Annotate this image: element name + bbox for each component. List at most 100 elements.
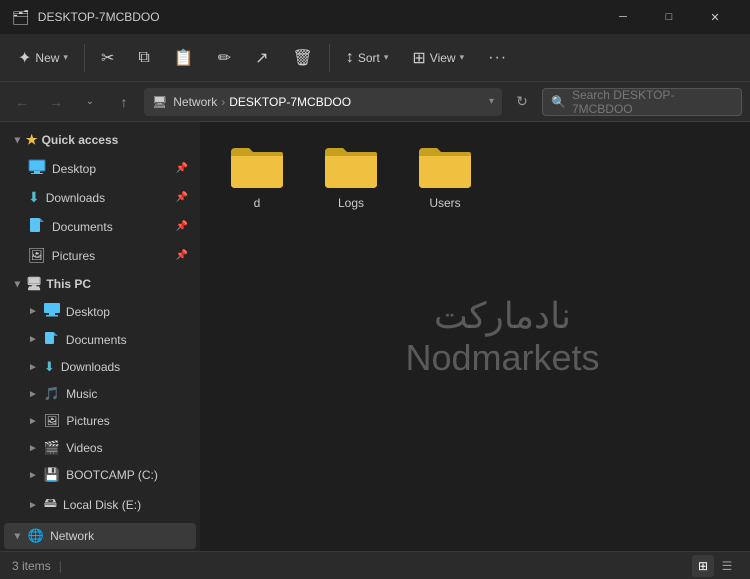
pictures-icon: 🖼 (28, 247, 46, 264)
videos-icon: 🎬 (44, 440, 60, 456)
dl-pc-icon: ⬇ (44, 359, 55, 375)
close-button[interactable]: ✕ (692, 0, 738, 34)
icon-view-button[interactable]: ⊞ (692, 555, 714, 577)
cut-button[interactable]: ✂ (91, 38, 124, 78)
up-button[interactable]: ↑ (110, 88, 138, 116)
quick-access-star-icon: ★ (26, 132, 38, 148)
file-item-d[interactable]: d (212, 134, 302, 539)
search-placeholder: Search DESKTOP-7MCBDOO (572, 88, 733, 116)
sidebar-item-downloads[interactable]: ⬇ Downloads 📌 (4, 184, 196, 211)
file-label-d: d (254, 196, 261, 210)
sidebar: ► ★ Quick access Desktop 📌 ⬇ Downloads 📌 (0, 122, 200, 551)
quick-access-label: Quick access (42, 133, 119, 147)
sidebar-item-music[interactable]: ► 🎵 Music (4, 381, 196, 407)
breadcrumb-dropdown-icon[interactable]: ▾ (489, 96, 494, 107)
title-bar-icon: 🗂 (12, 9, 30, 26)
this-pc-header[interactable]: ► 🖥 This PC (4, 271, 196, 297)
this-pc-label: This PC (46, 277, 91, 291)
refresh-button[interactable]: ↻ (508, 88, 536, 116)
sidebar-item-videos[interactable]: ► 🎬 Videos (4, 435, 196, 461)
file-area: d Logs Use (200, 122, 750, 551)
file-label-logs: Logs (338, 196, 364, 210)
view-button[interactable]: ⊞ View ▾ (402, 38, 474, 78)
dl-pc-chevron: ► (28, 362, 38, 373)
rename-button[interactable]: ✏ (208, 38, 241, 78)
forward-button[interactable]: → (42, 88, 70, 116)
main-content: ► ★ Quick access Desktop 📌 ⬇ Downloads 📌 (0, 122, 750, 551)
file-item-logs[interactable]: Logs (306, 134, 396, 539)
desktop-pc-chevron: ► (28, 306, 38, 317)
this-pc-chevron: ► (11, 279, 22, 289)
desktop-pc-label: Desktop (66, 305, 110, 319)
pics-pc-chevron: ► (28, 416, 38, 427)
breadcrumb-current[interactable]: DESKTOP-7MCBDOO (229, 95, 351, 109)
new-dropdown-icon: ▾ (63, 52, 68, 63)
delete-icon: 🗑 (293, 48, 313, 68)
pin-icon: 📌 (176, 163, 188, 174)
sidebar-item-downloads-pc[interactable]: ► ⬇ Downloads (4, 354, 196, 380)
pin-icon-4: 📌 (176, 250, 188, 261)
back-button[interactable]: ← (8, 88, 36, 116)
sidebar-item-pictures-pc[interactable]: ► 🖼 Pictures (4, 408, 196, 434)
pin-icon-3: 📌 (176, 221, 188, 232)
sidebar-item-desktop-quick[interactable]: Desktop 📌 (4, 154, 196, 183)
paste-icon: 📋 (174, 48, 194, 68)
view-icon: ⊞ (412, 48, 425, 68)
minimize-button[interactable]: ─ (600, 0, 646, 34)
sidebar-item-pictures[interactable]: 🖼 Pictures 📌 (4, 242, 196, 269)
music-icon: 🎵 (44, 386, 60, 402)
sidebar-item-documents[interactable]: Documents 📌 (4, 212, 196, 241)
quick-access-section: ► ★ Quick access Desktop 📌 ⬇ Downloads 📌 (0, 127, 200, 269)
folder-icon-logs (323, 142, 379, 190)
docs-pc-icon (44, 331, 60, 348)
desktop-label: Desktop (52, 162, 96, 176)
network-label: Network (50, 529, 94, 543)
delete-button[interactable]: 🗑 (283, 38, 323, 78)
docs-pc-chevron: ► (28, 334, 38, 345)
paste-button[interactable]: 📋 (164, 38, 204, 78)
sidebar-item-documents-pc[interactable]: ► Documents (4, 326, 196, 353)
disk-chevron: ► (28, 500, 38, 511)
sort-dropdown-icon: ▾ (384, 52, 389, 63)
list-view-button[interactable]: ☰ (716, 555, 738, 577)
search-box[interactable]: 🔍 Search DESKTOP-7MCBDOO (542, 88, 742, 116)
toolbar-separator-1 (84, 44, 85, 72)
folder-icon-users (417, 142, 473, 190)
pictures-label: Pictures (52, 249, 95, 263)
videos-label: Videos (66, 441, 102, 455)
share-button[interactable]: ↗ (245, 38, 278, 78)
expand-button[interactable]: ⌄ (76, 88, 104, 116)
file-item-users[interactable]: Users (400, 134, 490, 539)
maximize-button[interactable]: □ (646, 0, 692, 34)
folder-icon-d (229, 142, 285, 190)
sidebar-item-bootcamp[interactable]: ► 💾 BOOTCAMP (C:) (4, 462, 196, 488)
sidebar-item-network[interactable]: ► 🌐 Network (4, 523, 196, 549)
bootcamp-icon: 💾 (44, 467, 60, 483)
pics-pc-icon: 🖼 (44, 413, 61, 429)
copy-button[interactable]: ⧉ (128, 38, 159, 78)
sidebar-item-desktop-pc[interactable]: ► Desktop (4, 298, 196, 325)
more-button[interactable]: ··· (478, 38, 517, 78)
title-bar: 🗂 DESKTOP-7MCBDOO ─ □ ✕ (0, 0, 750, 34)
status-separator: | (59, 559, 62, 573)
breadcrumb-network[interactable]: Network (173, 95, 217, 109)
share-icon: ↗ (255, 48, 268, 68)
cut-icon: ✂ (101, 48, 114, 68)
this-pc-section: ► 🖥 This PC ► Desktop ► Documents ► (0, 271, 200, 521)
breadcrumb-bar[interactable]: 🖥 Network › DESKTOP-7MCBDOO ▾ (144, 88, 502, 116)
quick-access-chevron: ► (11, 135, 22, 145)
desktop-icon (28, 159, 46, 178)
new-button[interactable]: ✦ New ▾ (8, 38, 78, 78)
music-chevron: ► (28, 389, 38, 400)
toolbar-separator-2 (329, 44, 330, 72)
new-icon: ✦ (18, 48, 31, 68)
view-toggle: ⊞ ☰ (692, 555, 738, 577)
sort-button[interactable]: ↕ Sort ▾ (336, 38, 399, 78)
quick-access-header[interactable]: ► ★ Quick access (4, 127, 196, 153)
disk-label: Local Disk (E:) (63, 498, 141, 512)
window-controls: ─ □ ✕ (600, 0, 738, 34)
status-bar: 3 items | ⊞ ☰ (0, 551, 750, 579)
breadcrumb-icon: 🖥 (152, 95, 167, 109)
sidebar-item-local-disk[interactable]: ► 🖴 Local Disk (E:) (4, 489, 196, 521)
toolbar: ✦ New ▾ ✂ ⧉ 📋 ✏ ↗ 🗑 ↕ Sort ▾ ⊞ View ▾ ··… (0, 34, 750, 82)
